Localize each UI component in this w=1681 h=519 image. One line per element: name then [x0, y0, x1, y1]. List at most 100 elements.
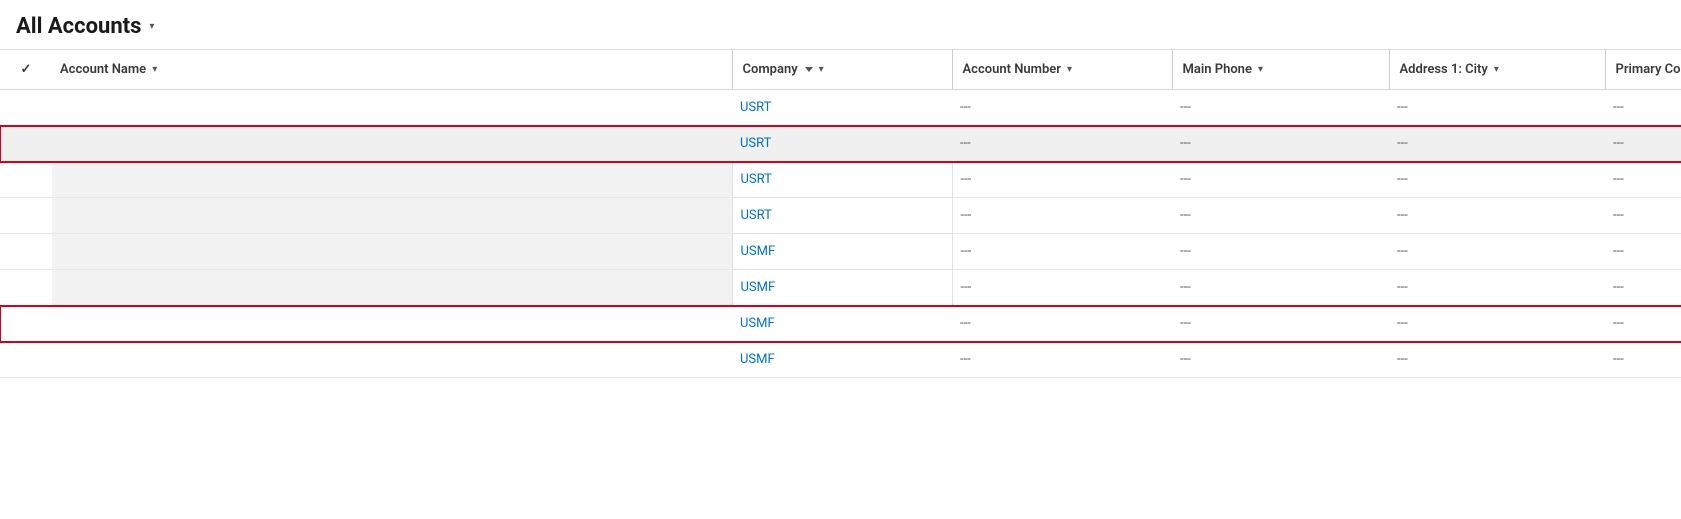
dash-value: ---	[1397, 208, 1408, 223]
row-primary-contact: ---	[1605, 342, 1681, 378]
row-check-cell[interactable]	[0, 126, 52, 162]
company-link[interactable]: USMF	[741, 244, 776, 259]
row-company[interactable]: USMF	[732, 270, 952, 306]
row-company[interactable]: USMF	[732, 234, 952, 270]
company-link[interactable]: USMF	[740, 352, 775, 367]
row-company[interactable]: USRT	[732, 90, 952, 126]
table-row[interactable]: USMF------------	[0, 234, 1681, 270]
dash-value: ---	[961, 244, 972, 259]
page-title: All Accounts ▾	[16, 14, 156, 39]
page-header: All Accounts ▾	[0, 0, 1681, 49]
row-main-phone: ---	[1172, 90, 1389, 126]
col-account-name-label: Account Name	[60, 62, 146, 77]
row-account-name	[52, 342, 732, 378]
table-header-row: ✓ Account Name ▾ Company ▾	[0, 50, 1681, 90]
company-link[interactable]: USRT	[740, 100, 771, 115]
row-address-city: ---	[1389, 90, 1605, 126]
dash-value: ---	[961, 172, 972, 187]
dash-value: ---	[1180, 136, 1191, 151]
col-account-number-sort-btn[interactable]: ▾	[1065, 64, 1074, 75]
table-row[interactable]: USRT------------	[0, 162, 1681, 198]
row-account-name	[52, 90, 732, 126]
row-main-phone: ---	[1172, 126, 1389, 162]
dash-value: ---	[1613, 172, 1624, 187]
table-row[interactable]: USMF------------	[0, 342, 1681, 378]
row-company[interactable]: USMF	[732, 342, 952, 378]
company-link[interactable]: USRT	[741, 172, 772, 187]
dash-value: ---	[1613, 208, 1624, 223]
row-account-number: ---	[952, 90, 1172, 126]
dash-value: ---	[1613, 280, 1624, 295]
row-main-phone: ---	[1172, 234, 1389, 270]
company-link[interactable]: USMF	[740, 316, 775, 331]
col-account-number-label: Account Number	[963, 62, 1061, 77]
table-row[interactable]: USMF --- --- --- ---	[0, 306, 1681, 342]
company-link[interactable]: USMF	[741, 280, 776, 295]
col-address-city-label: Address 1: City	[1400, 62, 1488, 77]
col-company-label: Company	[743, 62, 798, 77]
accounts-table-container: ✓ Account Name ▾ Company ▾	[0, 49, 1681, 378]
company-link[interactable]: USRT	[740, 136, 771, 151]
dash-value: ---	[1180, 208, 1191, 223]
row-address-city: ---	[1389, 234, 1605, 270]
row-check-cell[interactable]	[0, 234, 52, 270]
table-row[interactable]: USMF------------	[0, 270, 1681, 306]
col-primary-contact-label: Primary Contact	[1616, 62, 1681, 77]
row-address-city: ---	[1389, 306, 1605, 342]
col-address-city-sort-btn[interactable]: ▾	[1492, 64, 1501, 75]
table-row[interactable]: USRT --- --- --- ---	[0, 198, 1681, 234]
dash-value: ---	[1180, 172, 1191, 187]
row-main-phone: ---	[1172, 270, 1389, 306]
company-link[interactable]: USRT	[741, 208, 772, 223]
row-primary-contact: ---	[1605, 162, 1681, 198]
row-primary-contact: ---	[1605, 126, 1681, 162]
row-check-cell[interactable]	[0, 342, 52, 378]
row-check-cell[interactable]	[0, 90, 52, 126]
row-main-phone: ---	[1172, 342, 1389, 378]
sort-down-icon	[805, 67, 813, 72]
row-company[interactable]: USRT	[732, 198, 952, 234]
row-primary-contact: ---	[1605, 306, 1681, 342]
dash-value: ---	[1397, 316, 1408, 331]
title-chevron-icon: ▾	[149, 21, 154, 32]
col-company: Company ▾	[732, 50, 952, 90]
col-account-number: Account Number ▾	[952, 50, 1172, 90]
row-main-phone: ---	[1172, 306, 1389, 342]
dash-value: ---	[1397, 100, 1408, 115]
row-check-cell[interactable]	[0, 198, 52, 234]
table-row[interactable]: USRT --- --- --- ---	[0, 126, 1681, 162]
row-primary-contact: ---	[1605, 90, 1681, 126]
col-account-name-sort-btn[interactable]: ▾	[150, 64, 159, 75]
col-primary-contact: Primary Contact ▾	[1605, 50, 1681, 90]
dash-value: ---	[960, 316, 971, 331]
dash-value: ---	[960, 136, 971, 151]
dash-value: ---	[1180, 352, 1191, 367]
row-address-city: ---	[1389, 198, 1605, 234]
row-account-name	[52, 306, 732, 342]
checkmark-icon: ✓	[21, 62, 32, 77]
dash-value: ---	[960, 352, 971, 367]
row-primary-contact: ---	[1605, 234, 1681, 270]
row-account-number: ---	[952, 198, 1172, 234]
row-check-cell[interactable]	[0, 162, 52, 198]
row-account-name	[52, 126, 732, 162]
dash-value: ---	[961, 208, 972, 223]
row-company[interactable]: USRT	[732, 162, 952, 198]
row-account-name	[52, 198, 732, 234]
row-check-cell[interactable]	[0, 306, 52, 342]
dash-value: ---	[1613, 244, 1624, 259]
row-primary-contact: ---	[1605, 270, 1681, 306]
col-address-city: Address 1: City ▾	[1389, 50, 1605, 90]
dash-value: ---	[1180, 100, 1191, 115]
row-account-number: ---	[952, 234, 1172, 270]
row-account-number: ---	[952, 270, 1172, 306]
col-company-sort-btn[interactable]: ▾	[817, 64, 826, 75]
dash-value: ---	[1397, 136, 1408, 151]
row-address-city: ---	[1389, 270, 1605, 306]
col-main-phone-sort-btn[interactable]: ▾	[1256, 64, 1265, 75]
table-row[interactable]: USRT --- --- --- ---	[0, 90, 1681, 126]
row-company[interactable]: USMF	[732, 306, 952, 342]
row-check-cell[interactable]	[0, 270, 52, 306]
row-company[interactable]: USRT	[732, 126, 952, 162]
title-dropdown-button[interactable]: ▾	[147, 21, 156, 32]
